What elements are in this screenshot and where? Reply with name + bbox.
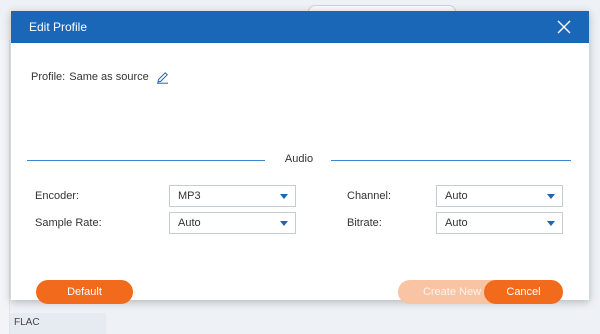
edit-profile-button[interactable]: [156, 71, 169, 84]
profile-label: Profile:: [31, 71, 66, 83]
sample-rate-value: Auto: [178, 217, 201, 229]
close-icon: [557, 20, 571, 34]
background-list-item-label: FLAC: [14, 317, 40, 328]
chevron-down-icon: [280, 194, 288, 199]
chevron-down-icon: [280, 221, 288, 226]
bitrate-select[interactable]: Auto: [436, 212, 563, 234]
dialog-title: Edit Profile: [29, 20, 88, 34]
pencil-icon: [156, 71, 168, 84]
bitrate-value: Auto: [445, 217, 468, 229]
default-button[interactable]: Default: [36, 280, 133, 304]
channel-value: Auto: [445, 190, 468, 202]
profile-row: Profile: Same as source: [31, 70, 169, 84]
background-sidebar: [0, 40, 10, 334]
audio-section-title: Audio: [284, 153, 314, 165]
divider-line-right: [331, 160, 571, 161]
profile-value: Same as source: [69, 71, 149, 83]
encoder-label: Encoder:: [35, 190, 80, 202]
edit-profile-dialog: Edit Profile Profile: Same as source Aud…: [11, 11, 589, 304]
close-button[interactable]: [555, 18, 573, 36]
encoder-select[interactable]: MP3: [169, 185, 296, 207]
audio-section-divider: Audio: [27, 152, 571, 166]
channel-select[interactable]: Auto: [436, 185, 563, 207]
sample-rate-select[interactable]: Auto: [169, 212, 296, 234]
divider-line-left: [27, 160, 265, 161]
encoder-value: MP3: [178, 190, 201, 202]
dialog-titlebar: Edit Profile: [11, 11, 589, 43]
chevron-down-icon: [547, 194, 555, 199]
chevron-down-icon: [547, 221, 555, 226]
sample-rate-label: Sample Rate:: [35, 217, 102, 229]
channel-label: Channel:: [347, 190, 392, 202]
bitrate-label: Bitrate:: [347, 217, 382, 229]
cancel-button[interactable]: Cancel: [484, 280, 563, 304]
